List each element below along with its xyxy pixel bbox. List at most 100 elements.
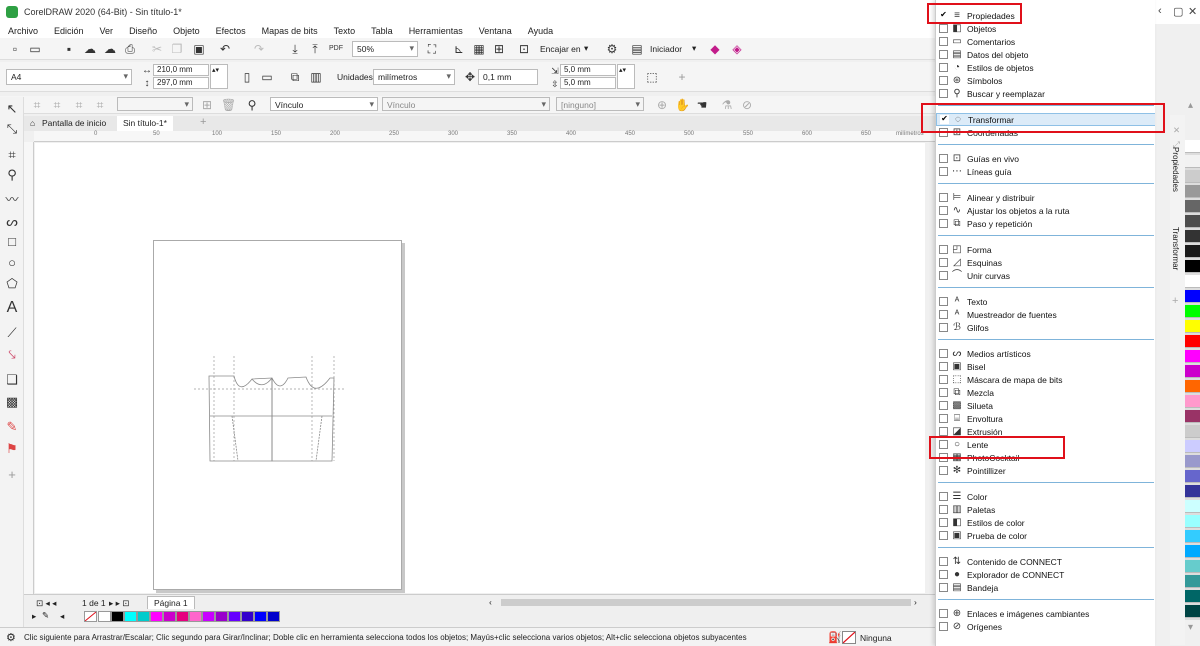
- checkbox[interactable]: [939, 323, 948, 332]
- document-page[interactable]: [153, 240, 402, 590]
- corel-fox-icon[interactable]: ◆: [708, 42, 722, 56]
- minimize-icon[interactable]: ‹: [1158, 5, 1162, 17]
- page-size-select[interactable]: A4: [6, 69, 132, 85]
- size-stepper[interactable]: ▴▾: [210, 64, 228, 89]
- fill-tool-icon[interactable]: ⚑: [4, 441, 20, 457]
- save-icon[interactable]: ▪: [62, 42, 76, 56]
- guidelines-toggle-icon[interactable]: ⊞: [492, 42, 506, 56]
- status-gear-icon[interactable]: ⚙: [6, 631, 16, 644]
- page-height-field[interactable]: 297,0 mm: [153, 77, 209, 89]
- landscape-icon[interactable]: ▭: [260, 70, 274, 84]
- connector-icon-4[interactable]: ⌗: [93, 98, 107, 112]
- transparency-tool-icon[interactable]: ▩: [4, 394, 20, 410]
- hand-icon[interactable]: ☚: [695, 98, 709, 112]
- new-document-icon[interactable]: ▫: [8, 42, 22, 56]
- menu-ayuda[interactable]: Ayuda: [520, 26, 561, 36]
- color-swatch[interactable]: [228, 611, 241, 622]
- docker-menu-item-bevel[interactable]: ▣ Bisel: [936, 360, 1155, 373]
- launcher-icon[interactable]: ▤: [630, 42, 644, 56]
- palette-color-swatch[interactable]: [1185, 590, 1200, 603]
- trash-icon[interactable]: 🗑: [221, 98, 236, 112]
- pattern-drawing[interactable]: [154, 241, 403, 591]
- close-icon[interactable]: ✕: [1188, 5, 1197, 18]
- checkbox[interactable]: [939, 245, 948, 254]
- no-color-swatch[interactable]: [84, 611, 97, 622]
- page-1-tab[interactable]: Página 1: [147, 596, 195, 610]
- checkbox[interactable]: [939, 531, 948, 540]
- palette-color-swatch[interactable]: [1185, 290, 1200, 303]
- checkbox[interactable]: [939, 609, 948, 618]
- docker-menu-item-text[interactable]: ᴬ Texto: [936, 295, 1155, 308]
- all-pages-icon[interactable]: ⧉: [288, 70, 302, 84]
- zoom-tool-icon[interactable]: ⊕: [655, 98, 669, 112]
- palette-color-swatch[interactable]: [1185, 410, 1200, 423]
- docker-menu-item-live-guides[interactable]: ⊡ Guías en vivo: [936, 152, 1155, 165]
- docker-menu-item-connect-browser[interactable]: ● Explorador de CONNECT: [936, 568, 1155, 581]
- palette-color-swatch[interactable]: [1185, 575, 1200, 588]
- checkbox[interactable]: [939, 271, 948, 280]
- palette-color-swatch[interactable]: [1185, 500, 1200, 513]
- checkbox[interactable]: [939, 50, 948, 59]
- palette-color-swatch[interactable]: [1185, 260, 1200, 273]
- link-select-2[interactable]: Vínculo: [382, 97, 550, 111]
- eyedropper-tb-icon[interactable]: ⚗: [720, 98, 734, 112]
- current-page-icon[interactable]: ▥: [309, 70, 323, 84]
- link-search-icon[interactable]: ⚲: [245, 98, 259, 112]
- nudge-distance-field[interactable]: 0,1 mm: [478, 69, 538, 85]
- copy-icon[interactable]: ❐: [170, 42, 184, 56]
- docker-menu-item-tray[interactable]: ▤ Bandeja: [936, 581, 1155, 594]
- portrait-icon[interactable]: ▯: [240, 70, 254, 84]
- docker-menu-item-align[interactable]: ⊨ Alinear y distribuir: [936, 191, 1155, 204]
- scroll-left-icon[interactable]: ‹: [489, 597, 492, 607]
- text-tool-icon[interactable]: A: [4, 300, 20, 316]
- grid-icon[interactable]: ▦: [472, 42, 486, 56]
- snap-icon[interactable]: ⊡: [517, 42, 531, 56]
- connector-icon-2[interactable]: ⌗: [50, 98, 64, 112]
- cut-icon[interactable]: ✂: [150, 42, 164, 56]
- checkbox[interactable]: [939, 349, 948, 358]
- palette-color-swatch[interactable]: [1185, 275, 1200, 288]
- docker-close-icon[interactable]: ✕: [1173, 125, 1180, 136]
- docker-menu-item-color[interactable]: ☰ Color: [936, 490, 1155, 503]
- units-select[interactable]: milímetros: [373, 69, 455, 85]
- palette-menu-icon[interactable]: ◂: [60, 611, 64, 622]
- polygon-tool-icon[interactable]: ⬠: [4, 276, 20, 292]
- checkbox[interactable]: [939, 427, 948, 436]
- link-select-1[interactable]: Vínculo: [270, 97, 378, 111]
- palette-color-swatch[interactable]: [1185, 515, 1200, 528]
- scroll-right-icon[interactable]: ›: [914, 597, 917, 607]
- shadow-tool-icon[interactable]: ❑: [4, 372, 20, 388]
- menu-ventana[interactable]: Ventana: [471, 26, 520, 36]
- menu-diseño[interactable]: Diseño: [121, 26, 165, 36]
- checkbox[interactable]: [939, 401, 948, 410]
- checkbox[interactable]: [939, 297, 948, 306]
- checkbox[interactable]: [939, 388, 948, 397]
- palette-color-swatch[interactable]: [1185, 320, 1200, 333]
- docker-menu-item-step-repeat[interactable]: ⧉ Paso y repetición: [936, 217, 1155, 230]
- paste-icon[interactable]: ▣: [192, 42, 206, 56]
- checkbox[interactable]: [939, 375, 948, 384]
- none-select[interactable]: [ninguno]: [556, 97, 644, 111]
- checkbox[interactable]: [939, 89, 948, 98]
- eyedropper-palette-icon[interactable]: ✎: [42, 610, 49, 621]
- dimension-tool-icon[interactable]: ⟋: [4, 325, 20, 341]
- menu-archivo[interactable]: Archivo: [0, 26, 46, 36]
- snap-to-dropdown[interactable]: Encajar en: [540, 44, 581, 54]
- maximize-icon[interactable]: ▢: [1173, 5, 1183, 18]
- color-swatch[interactable]: [176, 611, 189, 622]
- docker-menu-item-glyphs[interactable]: ℬ Glifos: [936, 321, 1155, 334]
- palette-color-swatch[interactable]: [1185, 155, 1200, 168]
- pick-tool-icon[interactable]: ↖: [4, 101, 20, 117]
- page-width-field[interactable]: 210,0 mm: [153, 64, 209, 76]
- docker-menu-item-corners[interactable]: ◿ Esquinas: [936, 256, 1155, 269]
- launcher-dropdown-arrow-icon[interactable]: ▾: [692, 43, 696, 54]
- color-swatch[interactable]: [267, 611, 280, 622]
- docker-menu-item-sources[interactable]: ⊘ Orígenes: [936, 620, 1155, 633]
- docker-add-icon[interactable]: +: [1172, 295, 1178, 307]
- zoom-level-select[interactable]: 50%: [352, 41, 418, 57]
- docker-menu-item-join-curves[interactable]: ⌒ Unir curvas: [936, 269, 1155, 282]
- checkbox[interactable]: [939, 570, 948, 579]
- side-tab-properties[interactable]: Propiedades: [1171, 147, 1180, 192]
- docker-menu-item-object-styles[interactable]: ◔ Estilos de objetos: [936, 61, 1155, 74]
- docker-menu-item-find-replace[interactable]: ⚲ Buscar y reemplazar: [936, 87, 1155, 100]
